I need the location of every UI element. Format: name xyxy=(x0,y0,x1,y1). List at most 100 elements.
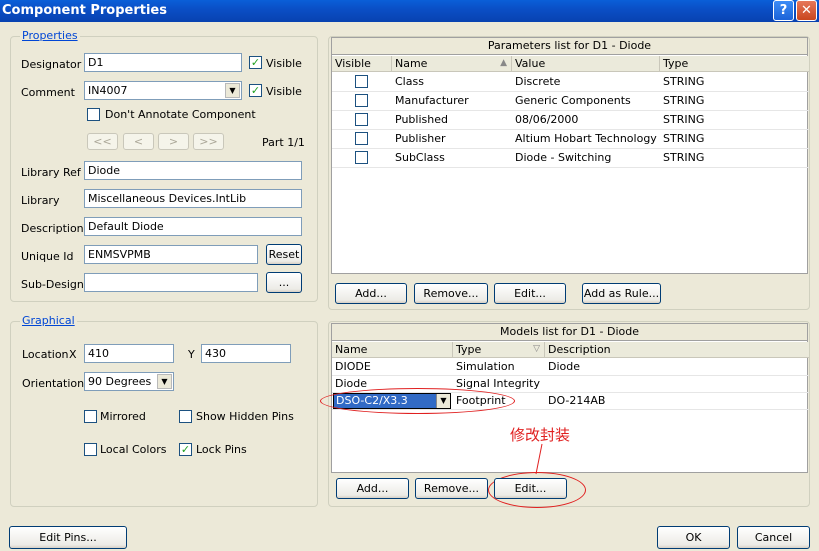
param-add-button[interactable]: Add... xyxy=(335,283,407,304)
prev-part-button[interactable]: < xyxy=(123,133,154,150)
parameter-visible-checkbox[interactable] xyxy=(355,75,368,88)
library-ref-input[interactable]: Diode xyxy=(84,161,302,180)
dont-annotate-label: Don't Annotate Component xyxy=(105,108,256,121)
model-description: DO-214AB xyxy=(548,394,606,407)
chevron-down-icon[interactable]: ▼ xyxy=(225,83,240,98)
filter-icon: ▽ xyxy=(533,344,540,354)
model-row[interactable]: DIODE Simulation Diode xyxy=(332,359,809,376)
parameter-name: Published xyxy=(395,113,448,126)
param-remove-button[interactable]: Remove... xyxy=(414,283,488,304)
last-part-button[interactable]: >> xyxy=(193,133,224,150)
models-col-type[interactable]: Type ▽ xyxy=(453,342,545,358)
designator-visible-checkbox[interactable]: ✓ xyxy=(249,56,262,69)
mirrored-label: Mirrored xyxy=(100,410,146,423)
footprint-highlight-ellipse xyxy=(320,388,515,414)
models-col-name[interactable]: Name xyxy=(332,342,453,358)
sub-design-input[interactable] xyxy=(84,273,258,292)
model-remove-button[interactable]: Remove... xyxy=(415,478,488,499)
library-ref-label: Library Ref xyxy=(21,166,81,179)
param-edit-button[interactable]: Edit... xyxy=(494,283,566,304)
models-col-type-label: Type xyxy=(456,343,482,356)
parameters-list[interactable]: Parameters list for D1 - Diode Visible N… xyxy=(331,37,809,274)
parameter-type: STRING xyxy=(663,113,705,126)
parameter-visible-checkbox[interactable] xyxy=(355,94,368,107)
help-button[interactable]: ? xyxy=(773,0,794,21)
local-colors-checkbox[interactable] xyxy=(84,443,97,456)
parameter-value: Altium Hobart Technology Cen xyxy=(515,132,660,145)
parameter-type: STRING xyxy=(663,75,705,88)
properties-legend: Properties xyxy=(20,29,80,42)
parameter-type: STRING xyxy=(663,132,705,145)
add-as-rule-button[interactable]: Add as Rule... xyxy=(582,283,661,304)
models-title: Models list for D1 - Diode xyxy=(332,324,807,341)
parameter-row[interactable]: SubClass Diode - Switching STRING xyxy=(332,149,809,168)
parameter-name: SubClass xyxy=(395,151,445,164)
models-col-description[interactable]: Description xyxy=(545,342,809,358)
orientation-combo[interactable]: 90 Degrees ▼ xyxy=(84,372,174,391)
designator-visible-label: Visible xyxy=(266,57,302,70)
show-hidden-pins-label: Show Hidden Pins xyxy=(196,410,294,423)
comment-visible-label: Visible xyxy=(266,85,302,98)
window-title: Component Properties xyxy=(2,3,167,18)
designator-label: Designator xyxy=(21,58,82,71)
parameters-col-type[interactable]: Type xyxy=(660,56,809,72)
lock-pins-label: Lock Pins xyxy=(196,443,247,456)
designator-input[interactable]: D1 xyxy=(84,53,242,72)
parameter-type: STRING xyxy=(663,94,705,107)
reset-button[interactable]: Reset xyxy=(266,244,302,265)
part-indicator: Part 1/1 xyxy=(262,136,305,149)
model-add-button[interactable]: Add... xyxy=(336,478,409,499)
parameter-visible-checkbox[interactable] xyxy=(355,113,368,126)
parameter-value: 08/06/2000 xyxy=(515,113,579,126)
ok-button[interactable]: OK xyxy=(657,526,730,549)
first-part-button[interactable]: << xyxy=(87,133,118,150)
cancel-button[interactable]: Cancel xyxy=(737,526,810,549)
sort-icon: ▲ xyxy=(500,58,507,68)
parameter-row[interactable]: Manufacturer Generic Components STRING xyxy=(332,92,809,111)
parameter-row[interactable]: Published 08/06/2000 STRING xyxy=(332,111,809,130)
parameters-col-name-label: Name xyxy=(395,57,428,70)
parameter-type: STRING xyxy=(663,151,705,164)
library-label: Library xyxy=(21,194,60,207)
unique-id-label: Unique Id xyxy=(21,250,74,263)
title-bar: Component Properties xyxy=(0,0,819,22)
close-button[interactable]: ✕ xyxy=(796,0,817,21)
location-label: Location xyxy=(22,348,69,361)
parameter-name: Manufacturer xyxy=(395,94,469,107)
comment-combo[interactable]: IN4007 ▼ xyxy=(84,81,242,100)
model-type: Simulation xyxy=(456,360,515,373)
parameter-value: Discrete xyxy=(515,75,561,88)
next-part-button[interactable]: > xyxy=(158,133,189,150)
parameter-name: Publisher xyxy=(395,132,446,145)
location-x-input[interactable]: 410 xyxy=(84,344,174,363)
comment-visible-checkbox[interactable]: ✓ xyxy=(249,84,262,97)
show-hidden-pins-checkbox[interactable] xyxy=(179,410,192,423)
unique-id-input[interactable]: ENMSVPMB xyxy=(84,245,258,264)
parameters-col-value[interactable]: Value xyxy=(512,56,660,72)
chevron-down-icon[interactable]: ▼ xyxy=(157,374,172,389)
lock-pins-checkbox[interactable]: ✓ xyxy=(179,443,192,456)
orientation-label: Orientation xyxy=(22,377,85,390)
mirrored-checkbox[interactable] xyxy=(84,410,97,423)
library-input[interactable]: Miscellaneous Devices.IntLib xyxy=(84,189,302,208)
sub-design-label: Sub-Design xyxy=(21,278,84,291)
model-edit-button[interactable]: Edit... xyxy=(494,478,567,499)
location-y-label: Y xyxy=(188,348,195,361)
location-x-label: X xyxy=(69,348,77,361)
model-name: DIODE xyxy=(335,360,371,373)
parameter-visible-checkbox[interactable] xyxy=(355,132,368,145)
comment-label: Comment xyxy=(21,86,75,99)
edit-pins-button[interactable]: Edit Pins... xyxy=(9,526,127,549)
description-input[interactable]: Default Diode xyxy=(84,217,302,236)
dont-annotate-checkbox[interactable] xyxy=(87,108,100,121)
parameters-col-name[interactable]: Name ▲ xyxy=(392,56,512,72)
sub-design-browse-button[interactable]: ... xyxy=(266,272,302,293)
parameter-visible-checkbox[interactable] xyxy=(355,151,368,164)
parameter-row[interactable]: Publisher Altium Hobart Technology CenSTR… xyxy=(332,130,809,149)
location-y-input[interactable]: 430 xyxy=(201,344,291,363)
parameter-name: Class xyxy=(395,75,424,88)
parameters-col-visible[interactable]: Visible xyxy=(332,56,392,72)
parameters-title: Parameters list for D1 - Diode xyxy=(332,38,807,55)
parameter-row[interactable]: Class Discrete STRING xyxy=(332,73,809,92)
description-label: Description xyxy=(21,222,84,235)
